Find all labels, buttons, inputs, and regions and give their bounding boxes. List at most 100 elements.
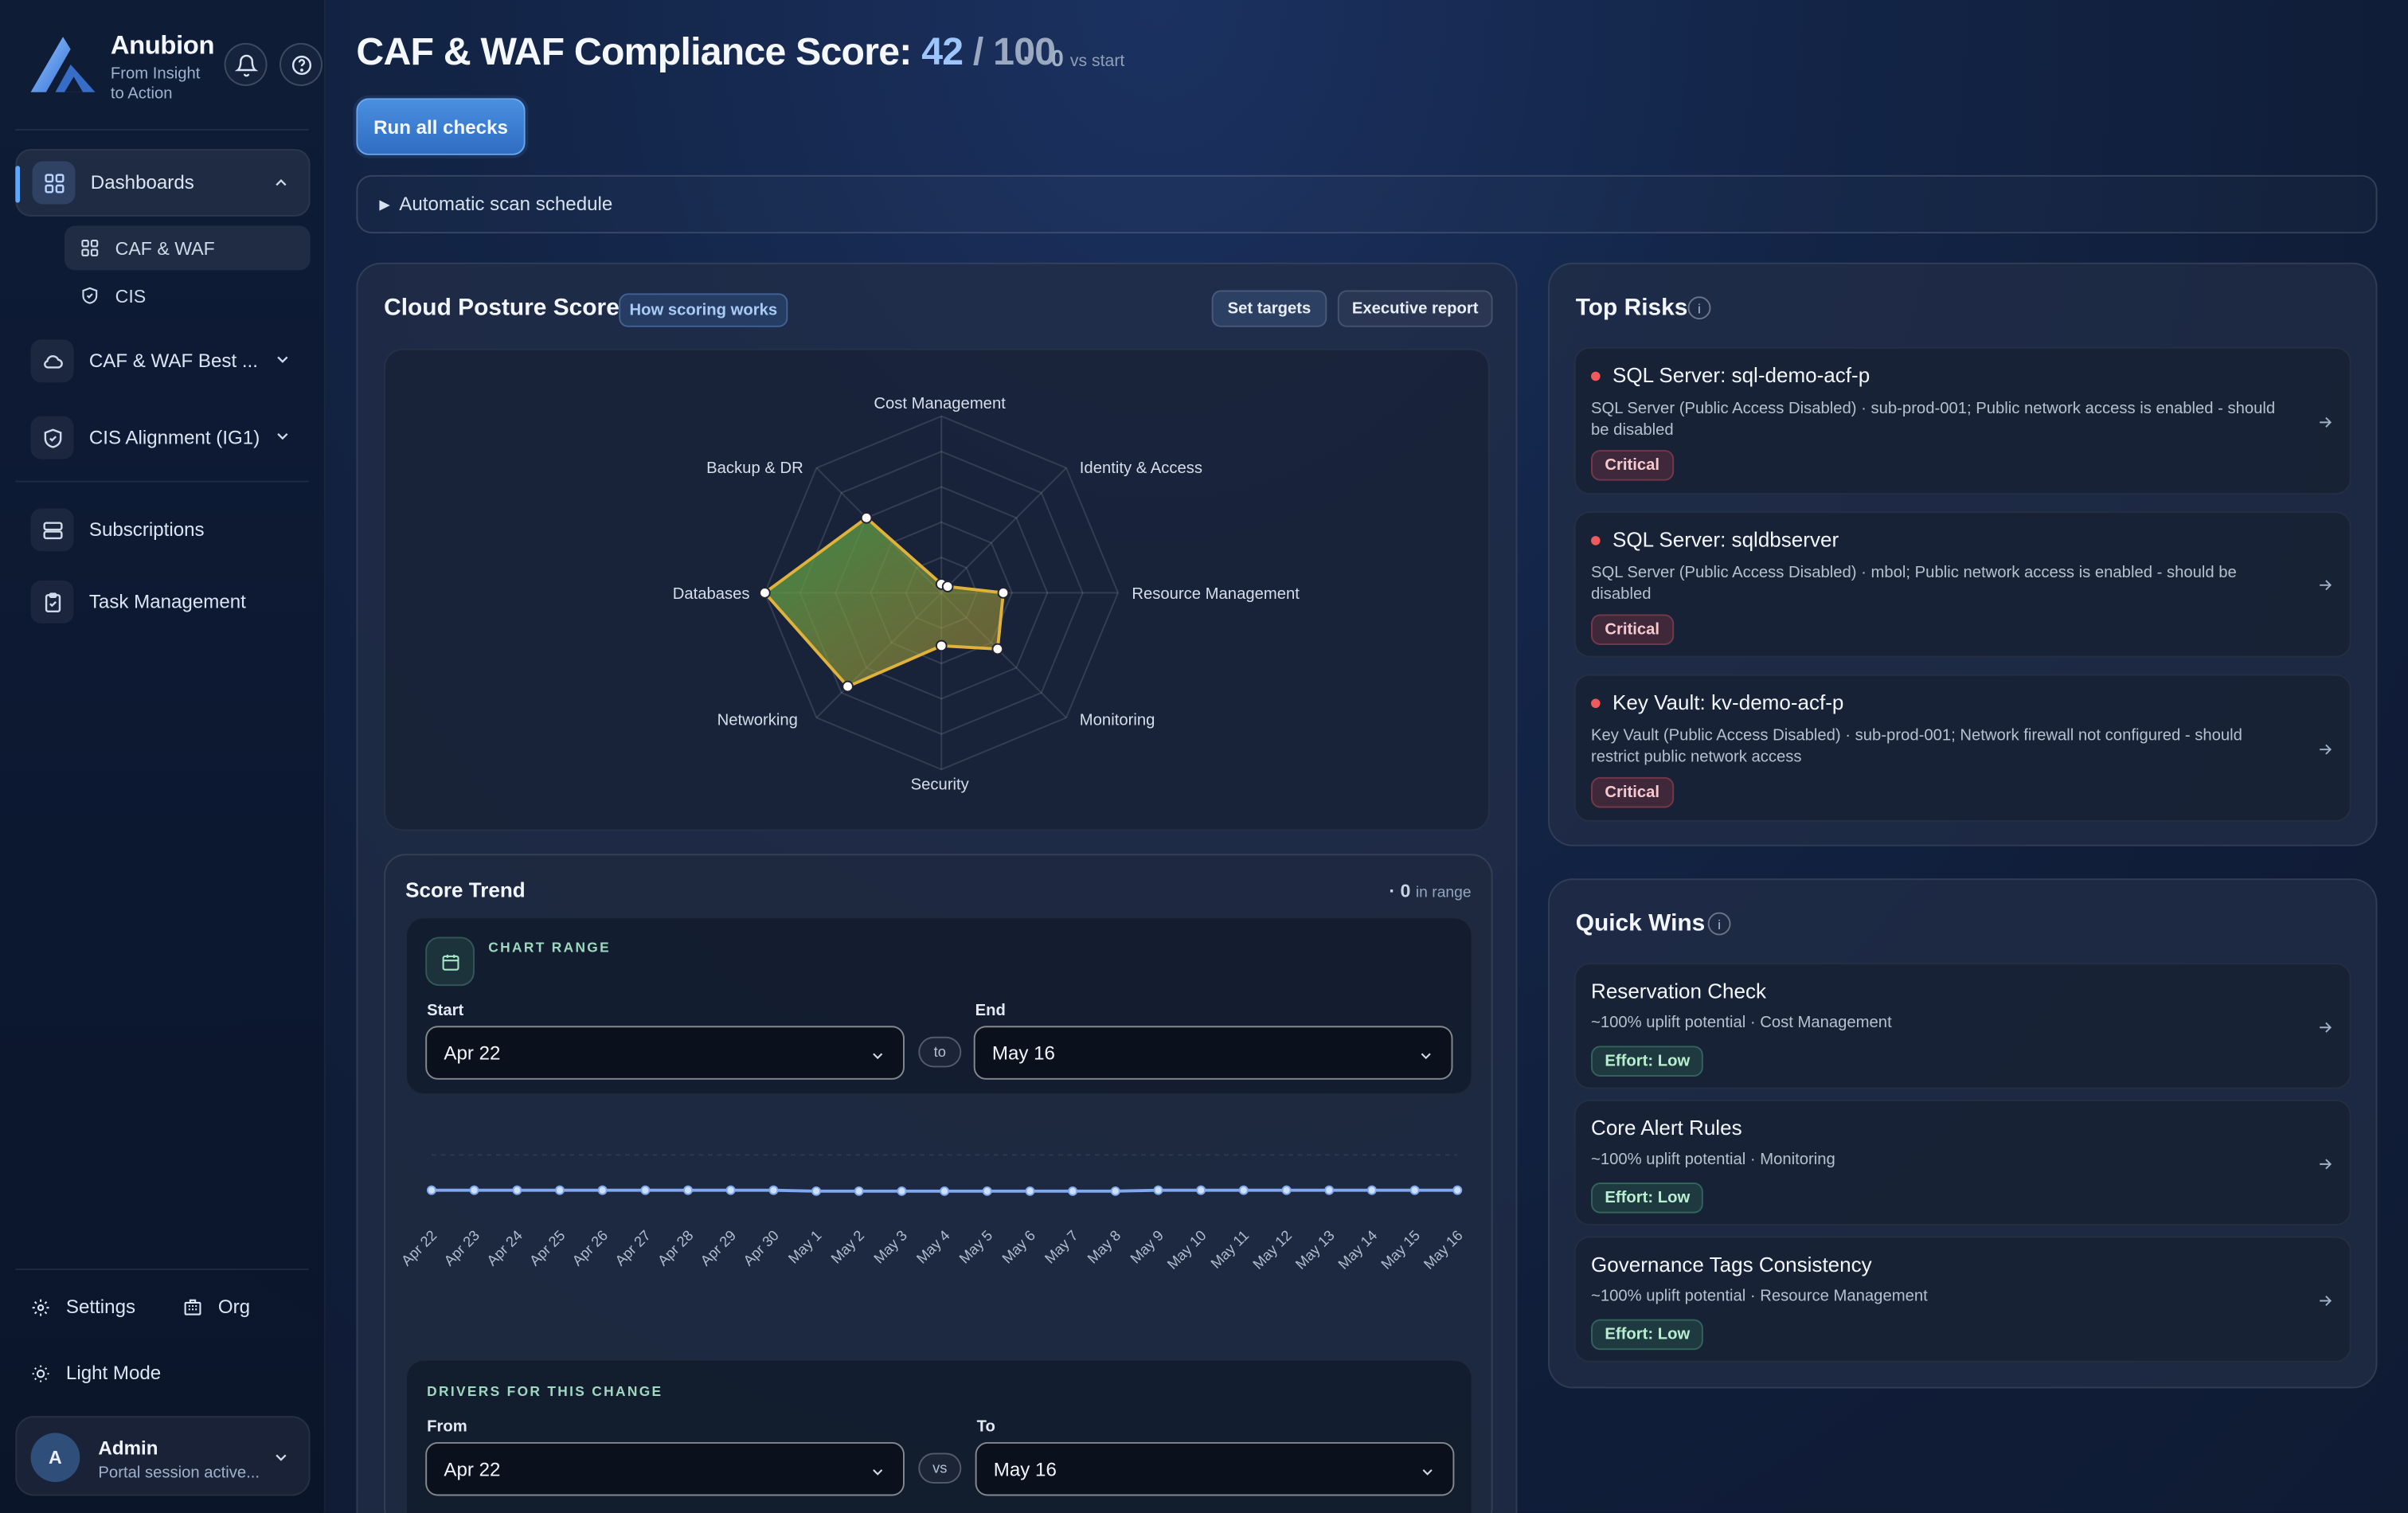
severity-badge: Critical <box>1591 614 1674 646</box>
risk-title: SQL Server: sql-demo-acf-p <box>1612 364 1870 388</box>
light-mode-toggle[interactable]: Light Mode <box>31 1362 162 1384</box>
arrow-right-icon <box>2320 1159 2332 1170</box>
chevron-down-icon <box>1422 1469 1433 1476</box>
to-separator: to <box>918 1036 962 1068</box>
posture-title: Cloud Posture Score <box>384 295 620 322</box>
trend-tick-label: Apr 27 <box>612 1227 654 1269</box>
axis-label-databases: Databases <box>672 584 750 604</box>
axis-label-backup: Backup & DR <box>706 459 803 478</box>
chart-range-heading: CHART RANGE <box>488 940 612 956</box>
trend-tick-label: May 2 <box>827 1227 867 1267</box>
settings-link[interactable]: Settings <box>31 1296 135 1318</box>
run-all-checks-button[interactable]: Run all checks <box>356 98 526 155</box>
nav-caf-waf-best[interactable]: CAF & WAF Best ... <box>15 327 310 395</box>
start-date-select[interactable]: Apr 22 <box>425 1026 905 1080</box>
trend-tick-label: Apr 28 <box>655 1227 697 1269</box>
trend-point <box>725 1185 736 1195</box>
axis-label-security: Security <box>910 775 969 795</box>
trend-tick-label: May 7 <box>1042 1227 1081 1267</box>
chevron-down-icon <box>1421 1053 1431 1060</box>
to-date-select[interactable]: May 16 <box>975 1441 1455 1496</box>
trend-tick-label: May 14 <box>1335 1227 1380 1273</box>
trend-point <box>426 1185 436 1195</box>
trend-tick-label: Apr 29 <box>697 1227 739 1269</box>
arrow-right-icon <box>2320 416 2332 428</box>
brand-tagline: From Insight to Action <box>111 65 214 104</box>
trend-point <box>811 1186 822 1196</box>
risk-card[interactable]: SQL Server: sql-demo-acf-p SQL Server (P… <box>1573 346 2351 495</box>
arrow-right-icon <box>2320 744 2332 755</box>
trend-point <box>1025 1186 1035 1196</box>
quick-win-description: ~100% uplift potential · Resource Manage… <box>1591 1287 1928 1306</box>
help-button[interactable] <box>280 43 323 87</box>
trend-tick-label: Apr 23 <box>440 1227 483 1269</box>
trend-tick-label: May 6 <box>999 1227 1038 1267</box>
user-menu[interactable]: A Admin Portal session active... <box>15 1416 311 1496</box>
severity-badge: Critical <box>1591 776 1674 808</box>
trend-tick-label: Apr 25 <box>526 1227 569 1269</box>
effort-badge: Effort: Low <box>1591 1046 1704 1077</box>
quick-win-card[interactable]: Governance Tags Consistency ~100% uplift… <box>1573 1236 2351 1362</box>
score-trend-panel: Score Trend · 0 in range CHART RANGE Sta… <box>384 854 1493 1513</box>
set-targets-button[interactable]: Set targets <box>1211 290 1327 327</box>
nav-cis-alignment[interactable]: CIS Alignment (IG1) <box>15 404 310 471</box>
nav-subscriptions[interactable]: Subscriptions <box>15 496 310 564</box>
nav-task-management[interactable]: Task Management <box>15 569 310 636</box>
radar-data-point <box>842 680 854 693</box>
trend-point <box>554 1185 565 1195</box>
quick-win-card[interactable]: Reservation Check ~100% uplift potential… <box>1573 963 2351 1089</box>
trend-point <box>1281 1185 1292 1195</box>
settings-label: Settings <box>65 1296 136 1318</box>
effort-badge: Effort: Low <box>1591 1319 1704 1351</box>
radar-data-point <box>941 581 954 592</box>
gear-icon <box>32 1298 49 1316</box>
shield-check-icon <box>30 416 74 459</box>
trend-tick-label: Apr 30 <box>740 1227 782 1269</box>
brand[interactable]: Anubion From Insight to Action <box>28 28 214 104</box>
radar-data-point <box>935 639 948 652</box>
trend-tick-label: May 3 <box>870 1227 910 1267</box>
top-risks-panel: Top Risks i SQL Server: sql-demo-acf-p S… <box>1548 262 2378 846</box>
arrow-right-icon <box>2320 580 2332 591</box>
sub-item-caf-waf[interactable]: CAF & WAF <box>64 225 311 271</box>
avatar: A <box>30 1433 80 1483</box>
clipboard-check-icon <box>30 581 74 624</box>
nav-label: CIS Alignment (IG1) <box>88 427 260 449</box>
how-scoring-button[interactable]: How scoring works <box>619 293 788 327</box>
info-icon[interactable]: i <box>1707 912 1731 936</box>
drivers-heading: DRIVERS FOR THIS CHANGE <box>427 1383 663 1399</box>
user-name: Admin <box>98 1437 158 1460</box>
nav-dashboards-label: Dashboards <box>90 172 194 194</box>
risk-card[interactable]: SQL Server: sqldbserver SQL Server (Publ… <box>1573 511 2351 658</box>
info-icon[interactable]: i <box>1687 296 1711 320</box>
org-link[interactable]: Org <box>183 1296 250 1318</box>
end-date-select[interactable]: May 16 <box>973 1026 1453 1080</box>
trend-tick-label: May 4 <box>913 1227 953 1267</box>
sub-item-cis[interactable]: CIS <box>64 273 311 318</box>
critical-dot-icon <box>1591 698 1601 709</box>
main-content: CAF & WAF Compliance Score: 42 / 100 · ·… <box>325 0 2408 1513</box>
radar-data-point <box>991 643 1004 655</box>
chevron-up-icon <box>276 178 287 186</box>
trend-tick-label: May 1 <box>784 1227 824 1267</box>
quick-win-card[interactable]: Core Alert Rules ~100% uplift potential … <box>1573 1099 2351 1226</box>
risk-card[interactable]: Key Vault: kv-demo-acf-p Key Vault (Publ… <box>1573 674 2351 822</box>
trend-point <box>897 1186 907 1196</box>
nav-label: Subscriptions <box>88 518 205 541</box>
page-title: CAF & WAF Compliance Score: 42 / 100 <box>356 31 1056 76</box>
chevron-down-icon <box>873 1053 883 1060</box>
sub-item-label: CIS <box>115 284 147 307</box>
notifications-button[interactable] <box>224 43 268 87</box>
shield-check-icon <box>82 287 98 304</box>
quick-win-title: Governance Tags Consistency <box>1591 1253 1872 1276</box>
trend-tick-label: May 5 <box>956 1227 995 1267</box>
from-date-select[interactable]: Apr 22 <box>425 1441 905 1496</box>
scan-schedule-toggle[interactable]: ▶ Automatic scan schedule <box>356 174 2378 234</box>
trend-tick-label: May 10 <box>1163 1227 1209 1273</box>
nav-dashboards[interactable]: Dashboards <box>15 149 311 217</box>
delta-value: · · 0 <box>1022 45 1064 72</box>
anubion-logo-icon <box>30 37 96 92</box>
axis-label-cost: Cost Management <box>874 394 1006 413</box>
executive-report-button[interactable]: Executive report <box>1337 290 1493 327</box>
delta-label: vs start <box>1069 52 1125 71</box>
